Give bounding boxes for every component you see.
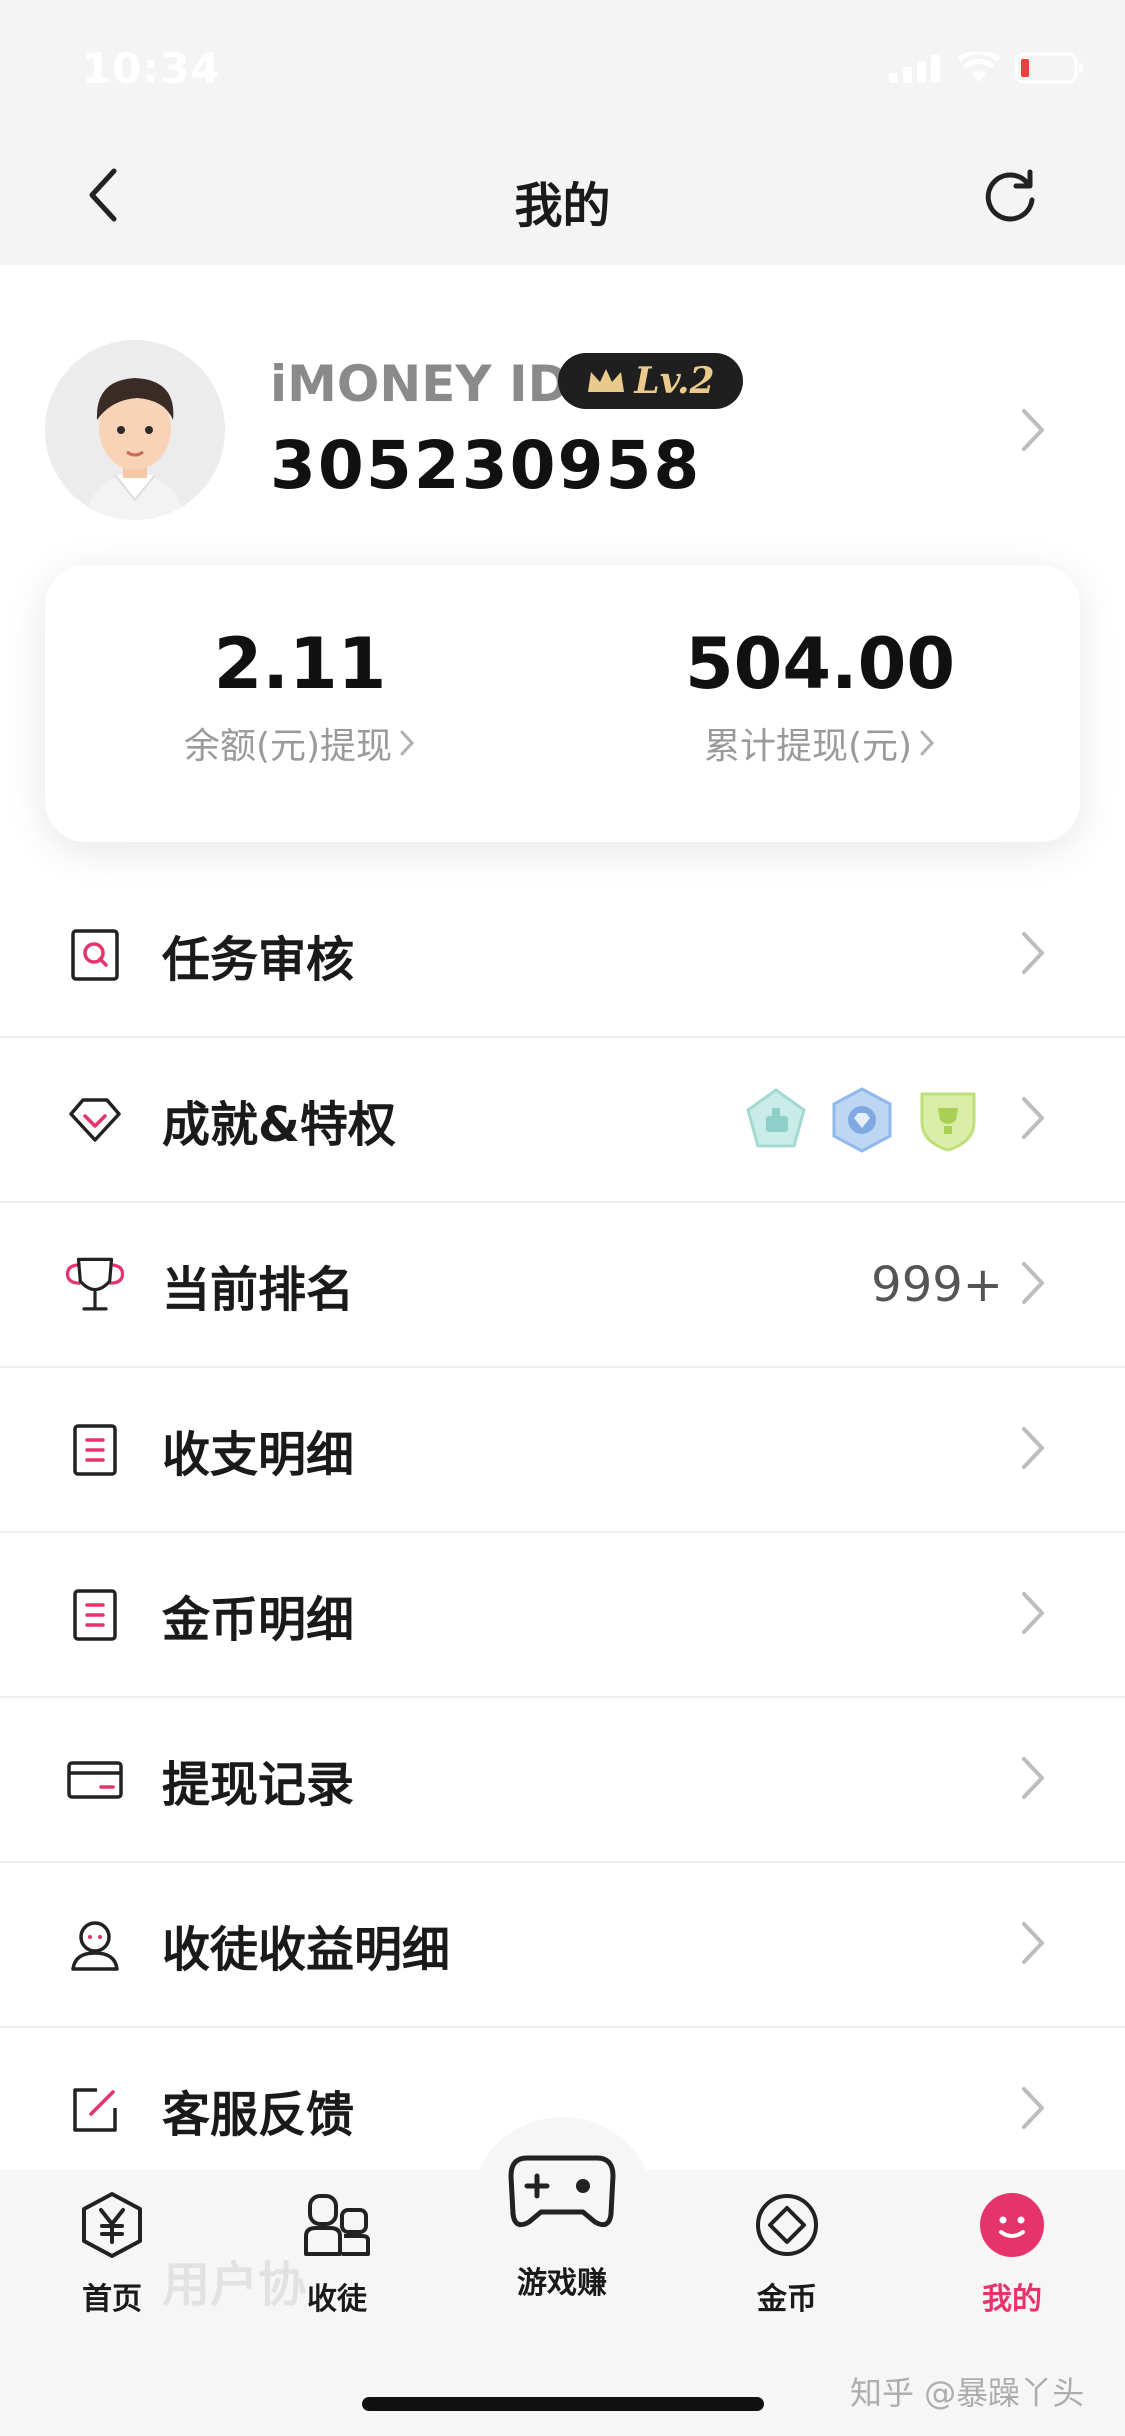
card-icon <box>62 1747 128 1813</box>
total-withdraw-value: 504.00 <box>684 623 956 705</box>
tab-label: 我的 <box>982 2282 1042 2317</box>
profile-chevron-icon <box>1018 405 1048 459</box>
home-indicator <box>362 2397 764 2411</box>
gamepad-icon <box>508 2155 616 2228</box>
yuan-hex-icon <box>82 2192 142 2258</box>
menu-item-income-expense[interactable]: 收支明细 <box>0 1368 1125 1533</box>
menu-item-label: 收徒收益明细 <box>162 1921 451 1978</box>
diamond-icon <box>62 1087 128 1153</box>
search-doc-icon <box>62 922 128 988</box>
menu-item-label: 当前排名 <box>162 1261 355 1318</box>
signal-icon <box>889 55 940 83</box>
status-time: 10:34 <box>82 44 221 93</box>
thumbs-up-badge-icon <box>746 1087 806 1147</box>
tab-label: 收徒 <box>307 2282 367 2317</box>
battery-icon <box>1015 52 1083 84</box>
chevron-right-icon <box>1018 1588 1048 1642</box>
menu-item-achievements[interactable]: 成就&特权 <box>0 1038 1125 1203</box>
status-icons <box>889 52 1085 84</box>
total-withdraw-label: 累计提现(元) <box>703 726 913 767</box>
chevron-right-icon <box>1018 1918 1048 1972</box>
ranking-value: 999+ <box>871 1256 1003 1313</box>
tab-coins[interactable]: 金币 <box>712 2190 862 2318</box>
chevron-right-icon <box>920 730 935 756</box>
crown-icon <box>588 369 625 392</box>
user-id-number: 305230958 <box>270 427 702 504</box>
coin-icon <box>756 2194 818 2256</box>
trophy-badge-icon <box>920 1092 976 1152</box>
menu-item-label: 提现记录 <box>162 1756 355 1813</box>
apprentice-icon <box>304 2194 370 2256</box>
menu-list: 任务审核 成就&特权 当前排名 999+ 收支明细 金币明细 提现记录 收徒收益… <box>0 873 1125 2193</box>
page-title: 我的 <box>514 178 611 234</box>
user-icon <box>62 1912 128 1978</box>
chevron-right-icon <box>400 730 415 756</box>
watermark: 知乎 @暴躁丫头 <box>850 2374 1085 2412</box>
tab-label: 金币 <box>757 2282 817 2317</box>
profile-header[interactable]: iMONEY ID Lv.2 305230958 <box>0 265 1125 565</box>
menu-item-ranking[interactable]: 当前排名 999+ <box>0 1203 1125 1368</box>
diamond-badge-icon <box>832 1086 892 1153</box>
edit-icon <box>62 2077 128 2143</box>
chevron-right-icon <box>1018 928 1048 982</box>
tab-label: 首页 <box>82 2282 142 2317</box>
menu-item-apprentice-income[interactable]: 收徒收益明细 <box>0 1863 1125 2028</box>
avatar-image <box>45 340 225 520</box>
tab-home[interactable]: 首页 <box>37 2190 187 2318</box>
menu-item-label: 收支明细 <box>162 1426 355 1483</box>
list-doc-icon <box>62 1417 128 1483</box>
tab-mine[interactable]: 我的 <box>937 2190 1087 2318</box>
achievement-badges <box>742 1086 982 1154</box>
menu-item-label: 成就&特权 <box>162 1096 396 1153</box>
chevron-right-icon <box>1018 1753 1048 1807</box>
balance-label: 余额(元)提现 <box>183 726 393 767</box>
menu-item-withdraw-records[interactable]: 提现记录 <box>0 1698 1125 1863</box>
trophy-icon <box>62 1252 128 1318</box>
level-text: Lv.2 <box>634 360 715 402</box>
list-doc-icon <box>62 1582 128 1648</box>
menu-item-task-review[interactable]: 任务审核 <box>0 873 1125 1038</box>
chevron-right-icon <box>1018 1093 1048 1147</box>
wifi-icon <box>957 52 1001 82</box>
tab-label: 游戏赚 <box>517 2266 607 2301</box>
chevron-right-icon <box>1018 1423 1048 1477</box>
refresh-button[interactable] <box>980 166 1040 226</box>
balance-stat[interactable]: 2.11 余额(元)提现 <box>45 623 555 769</box>
id-label: iMONEY ID <box>270 355 570 413</box>
top-bar: 10:34 我的 <box>0 0 1125 265</box>
chevron-right-icon <box>1018 1258 1048 1312</box>
refresh-icon <box>985 169 1035 222</box>
menu-item-label: 客服反馈 <box>162 2086 355 2143</box>
smile-icon <box>980 2193 1044 2257</box>
balance-value: 2.11 <box>213 623 387 705</box>
balance-card: 2.11 余额(元)提现 504.00 累计提现(元) <box>45 565 1080 842</box>
chevron-right-icon <box>1018 2083 1048 2137</box>
tab-apprentice[interactable]: 收徒 <box>262 2190 412 2318</box>
menu-item-label: 任务审核 <box>162 931 355 988</box>
menu-item-label: 金币明细 <box>162 1591 355 1648</box>
total-withdraw-stat[interactable]: 504.00 累计提现(元) <box>565 623 1075 769</box>
level-badge: Lv.2 <box>558 353 743 409</box>
avatar[interactable] <box>45 340 225 520</box>
tab-game-earn[interactable]: 游戏赚 <box>487 2150 637 2302</box>
menu-item-coin-details[interactable]: 金币明细 <box>0 1533 1125 1698</box>
